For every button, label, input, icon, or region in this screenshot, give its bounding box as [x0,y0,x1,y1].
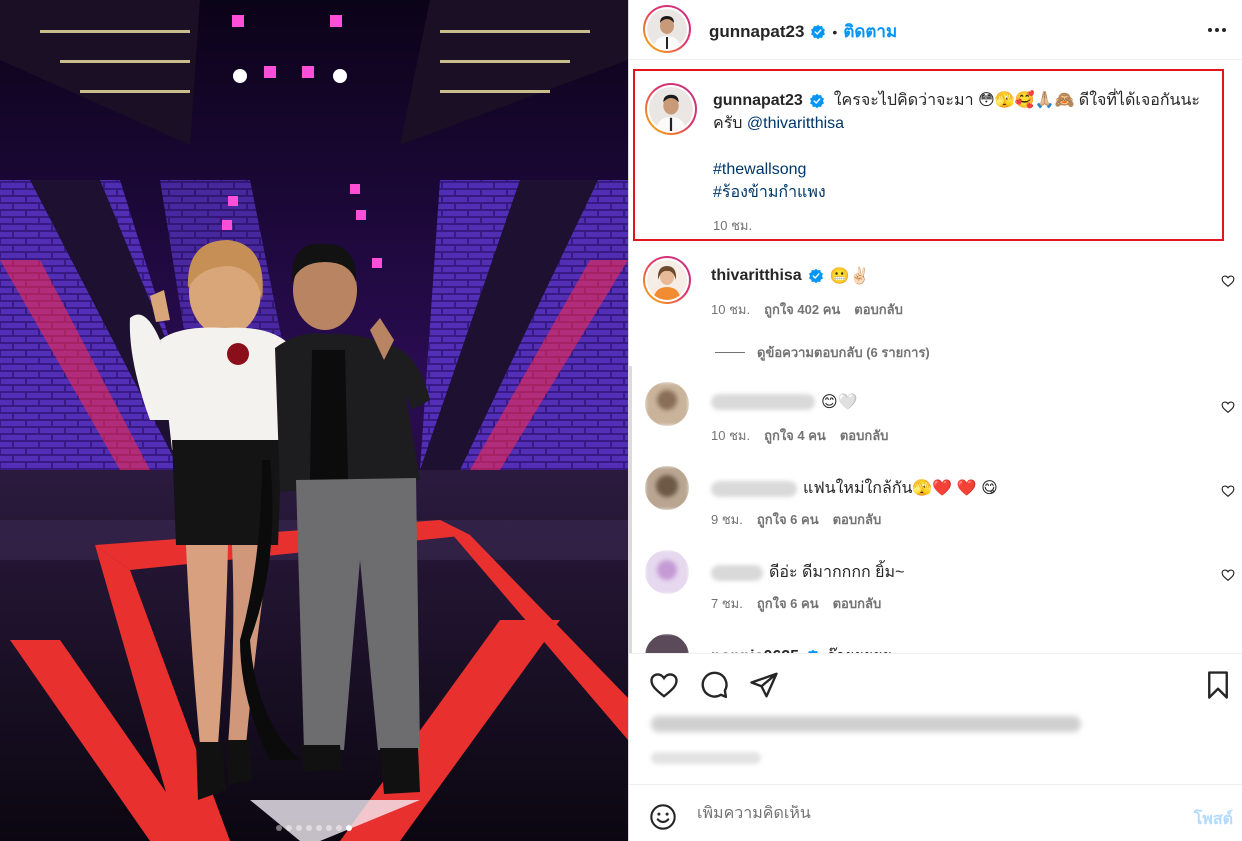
verified-badge-icon [810,93,825,108]
reply-button[interactable]: ตอบกลับ [833,509,882,530]
author-avatar[interactable] [643,5,691,53]
carousel-dot[interactable] [296,825,302,831]
comment-likes[interactable]: ถูกใจ 6 คน [757,509,819,530]
comment-time[interactable]: 10 ชม. [711,425,750,446]
post-action-bar [629,653,1242,709]
hashtag-link[interactable]: #ร้องข้ามกำแพง [713,184,826,201]
post-date[interactable] [651,752,761,764]
caption-mention-link[interactable]: @thivaritthisa [747,115,844,132]
heart-icon[interactable] [649,670,679,700]
comment-text: แฟนใหม่ใกล้กัน🫣❤️ ❤️ 😋 [803,480,998,497]
caption-username[interactable]: gunnapat23 [713,92,803,109]
heart-icon[interactable] [1221,400,1235,414]
reply-button[interactable]: ตอบกลับ [854,299,903,320]
header-username[interactable]: gunnapat23 [709,22,804,42]
header-user-row: gunnapat23 • ติดตาม [709,18,897,45]
caption-text: gunnapat23 ใครจะไปคิดว่าจะมา 😳🫣🥰🙏🏼🙈 ดีใจ… [713,89,1218,204]
bookmark-icon[interactable] [1203,670,1233,700]
comment-item: nonnie0625 ว๊ายยยยย [629,634,1242,653]
post-details-panel: gunnapat23 • ติดตาม gunnapat23 ใครจะไปคิ… [628,0,1242,841]
caption-line-2: ครับ [713,115,743,132]
blurred-username[interactable] [711,394,815,410]
comment-line: ดีอ่ะ ดีมากกกก ยิ้ม~ [711,560,904,585]
blurred-avatar-image [645,382,689,426]
view-replies-button[interactable]: ดูข้อความตอบกลับ (6 รายการ) [715,342,930,363]
comment-input[interactable] [697,805,1157,823]
comment-avatar[interactable] [645,382,689,426]
comment-line: แฟนใหม่ใกล้กัน🫣❤️ ❤️ 😋 [711,476,998,501]
carousel-dots[interactable] [0,825,628,831]
comment-username[interactable]: thivaritthisa [711,267,802,285]
carousel-dot[interactable] [326,825,332,831]
heart-icon[interactable] [1221,484,1235,498]
comment-likes[interactable]: ถูกใจ 402 คน [764,299,840,320]
comment-time[interactable]: 10 ชม. [711,299,750,320]
stage-photo-image [0,0,628,841]
carousel-dot[interactable] [316,825,322,831]
verified-badge-icon [811,24,826,39]
comment-time[interactable]: 9 ชม. [711,509,743,530]
emoji-icon[interactable] [649,803,677,831]
share-icon[interactable] [749,670,779,700]
post-photo[interactable] [0,0,628,841]
comment-line: nonnie0625 ว๊ายยยยย [711,644,892,653]
more-options-icon[interactable] [1205,18,1229,42]
comment-likes[interactable]: ถูกใจ 6 คน [757,593,819,614]
heart-icon[interactable] [1221,568,1235,582]
carousel-dot[interactable] [286,825,292,831]
comment-icon[interactable] [699,670,729,700]
blurred-username[interactable] [711,480,797,497]
caption-timestamp[interactable]: 10 ชม. [713,215,752,236]
comment-time[interactable]: 7 ชม. [711,593,743,614]
comment-meta: 10 ชม. ถูกใจ 402 คน ตอบกลับ [711,299,903,320]
reply-button[interactable]: ตอบกลับ [833,593,882,614]
replies-divider-line [715,352,745,353]
blurred-avatar-image [645,466,689,510]
verified-badge-icon [808,268,823,284]
comment-line: 😊🤍 [711,392,858,412]
comment-text: 😊🤍 [821,394,858,411]
comment-text: ดีอ่ะ ดีมากกกก ยิ้ม~ [769,564,905,581]
comment-avatar[interactable] [645,634,689,653]
replies-scroll-indicator [629,366,632,656]
comment-likes[interactable]: ถูกใจ 4 คน [764,425,826,446]
reply-button[interactable]: ตอบกลับ [840,425,889,446]
carousel-dot[interactable] [276,825,282,831]
separator-dot: • [832,23,838,40]
comment-text: ว๊ายยยยย [827,644,892,653]
comment-avatar[interactable] [643,256,691,304]
post-comment-button[interactable]: โพสต์ [1194,807,1233,832]
hashtag-link[interactable]: #thewallsong [713,161,806,178]
add-comment-bar: โพสต์ [629,784,1242,841]
carousel-dot[interactable] [336,825,342,831]
blurred-username[interactable] [711,564,763,581]
comment-text: 😬✌🏻 [829,268,870,285]
comment-meta: 9 ชม. ถูกใจ 6 คน ตอบกลับ [711,509,881,530]
comment-avatar[interactable] [645,466,689,510]
carousel-dot-active[interactable] [346,825,352,831]
comment-avatar-image [647,260,687,300]
post-header: gunnapat23 • ติดตาม [629,0,1242,60]
view-replies-label: ดูข้อความตอบกลับ (6 รายการ) [757,345,930,360]
comment-line: thivaritthisa 😬✌🏻 [711,266,870,286]
caption-line-1: ใครจะไปคิดว่าจะมา 😳🫣🥰🙏🏼🙈 ดีใจที่ได้เจอกั… [833,92,1200,109]
author-avatar-image [647,9,687,49]
heart-icon[interactable] [1221,274,1235,288]
blurred-avatar-image [645,634,689,653]
caption-highlight-box: gunnapat23 ใครจะไปคิดว่าจะมา 😳🫣🥰🙏🏼🙈 ดีใจ… [633,69,1224,241]
caption-avatar-image [649,87,693,131]
comment-meta: 10 ชม. ถูกใจ 4 คน ตอบกลับ [711,425,888,446]
follow-button[interactable]: ติดตาม [843,18,897,45]
caption-avatar[interactable] [645,83,697,135]
carousel-dot[interactable] [306,825,312,831]
blurred-avatar-image [645,550,689,594]
comment-avatar[interactable] [645,550,689,594]
liked-by-summary[interactable] [651,716,1091,734]
comment-meta: 7 ชม. ถูกใจ 6 คน ตอบกลับ [711,593,881,614]
